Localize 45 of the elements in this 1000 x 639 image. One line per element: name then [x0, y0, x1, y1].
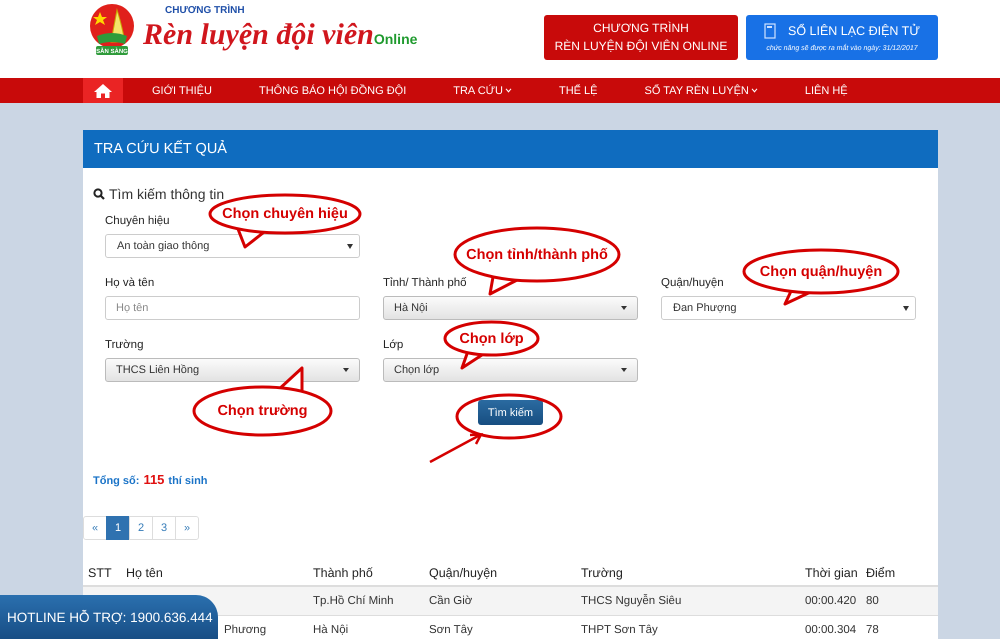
field-label: Quận/huyện [661, 276, 724, 290]
page-link[interactable]: 1 [106, 516, 130, 540]
dropdown[interactable]: THCS Liên Hồng [105, 358, 360, 382]
page-link[interactable]: » [175, 516, 199, 540]
page-link[interactable]: 3 [152, 516, 176, 540]
brand-title: Rèn luyện đội viên [143, 17, 374, 53]
brand-subtitle: CHƯƠNG TRÌNH [165, 6, 246, 16]
table-cell: Hà Nội [313, 624, 348, 636]
table-cell: THPT Sơn Tây [581, 624, 658, 636]
nav-link[interactable]: SỔ TAY RÈN LUYỆN [644, 84, 758, 96]
table-cell: THCS Nguyễn Siêu [581, 595, 682, 607]
field-label: Trường [105, 338, 144, 352]
field-label: Lớp [383, 338, 404, 352]
table-cell: Tp.Hồ Chí Minh [313, 595, 394, 607]
nav-link[interactable]: TRA CỨU [453, 84, 512, 96]
dropdown[interactable]: Hà Nội [383, 296, 638, 320]
field-label: Chuyên hiệu [105, 214, 170, 228]
book-icon [764, 23, 776, 39]
nav-link[interactable]: THỂ LỆ [559, 84, 598, 96]
name-input[interactable]: Họ tên [105, 296, 360, 320]
arrow-drawing [428, 431, 484, 465]
search-heading: Tìm kiếm thông tin [109, 186, 224, 202]
brand-suffix: Online [374, 31, 418, 47]
table-cell: 00:00.304 [805, 624, 856, 636]
nav-link[interactable]: GIỚI THIỆU [152, 84, 212, 96]
dropdown[interactable]: Chọn lớp [383, 358, 638, 382]
program-button[interactable]: CHƯƠNG TRÌNH RÈN LUYỆN ĐỘI VIÊN ONLINE [544, 15, 738, 60]
home-icon [93, 82, 113, 98]
panel-title: TRA CỨU KẾT QUẢ [94, 141, 227, 157]
page-link[interactable]: 2 [129, 516, 153, 540]
hotline-banner[interactable]: HOTLINE HỖ TRỢ: 1900.636.444 [0, 595, 218, 639]
table-cell: 80 [866, 595, 879, 607]
table-cell: Cần Giờ [429, 595, 472, 607]
search-icon [93, 188, 105, 200]
search-button[interactable]: Tìm kiếm [478, 400, 543, 425]
nav-link[interactable]: LIÊN HỆ [804, 84, 848, 96]
field-label: Họ và tên [105, 276, 154, 290]
field-label: Tỉnh/ Thành phố [383, 276, 467, 290]
table-cell: Phương [224, 624, 266, 636]
nav-link[interactable]: THÔNG BÁO HỘI ĐỒNG ĐỘI [258, 84, 406, 96]
table-cell: 78 [866, 624, 879, 636]
total-count: Tổng số: 115 thí sinh [93, 472, 209, 487]
table-cell: Sơn Tây [429, 624, 473, 636]
home-nav-link[interactable] [83, 78, 123, 103]
table-cell: 00:00.420 [805, 595, 856, 607]
